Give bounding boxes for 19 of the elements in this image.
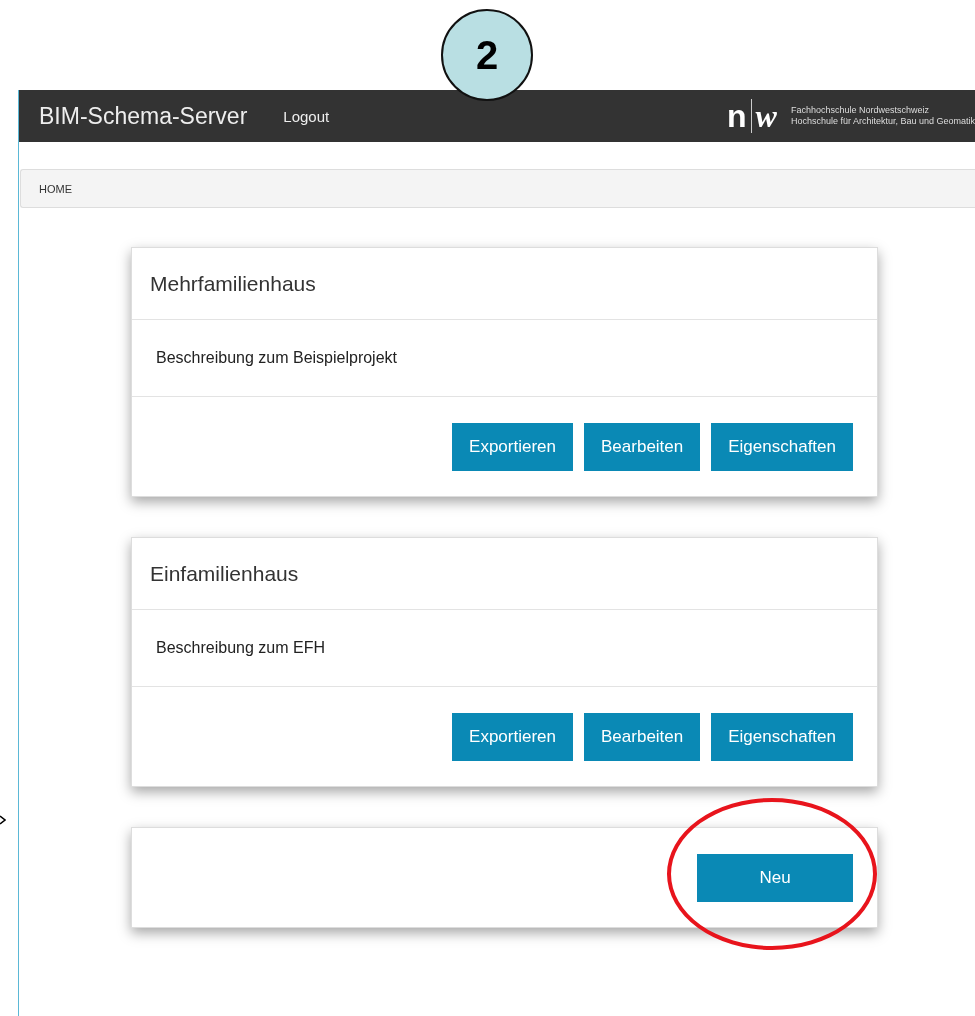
project-description: Beschreibung zum Beispielprojekt — [156, 349, 397, 367]
arrow-tip-icon — [0, 815, 6, 825]
new-button[interactable]: Neu — [697, 853, 853, 902]
logo-mark: n w — [727, 99, 777, 133]
action-button[interactable]: Exportieren — [452, 712, 573, 761]
step-badge: 2 — [441, 9, 533, 101]
action-button[interactable]: Eigenschaften — [711, 422, 853, 471]
school-name: Fachhochschule Nordwestschweiz — [790, 105, 930, 116]
breadcrumb-link[interactable]: HOME — [39, 182, 72, 195]
logout-link[interactable]: Logout — [283, 107, 330, 125]
school-department: Hochschule für Architektur, Bau und Geomatik — [790, 116, 975, 127]
action-button[interactable]: Bearbeiten — [584, 422, 701, 471]
project-description: Beschreibung zum EFH — [156, 639, 325, 657]
action-button[interactable]: Bearbeiten — [584, 712, 701, 761]
project-title: Einfamilienhaus — [150, 561, 299, 586]
app-title[interactable]: BIM-Schema-Server — [39, 102, 248, 130]
action-button[interactable]: Eigenschaften — [711, 712, 853, 761]
action-button[interactable]: Exportieren — [452, 422, 573, 471]
project-title: Mehrfamilienhaus — [150, 271, 316, 296]
